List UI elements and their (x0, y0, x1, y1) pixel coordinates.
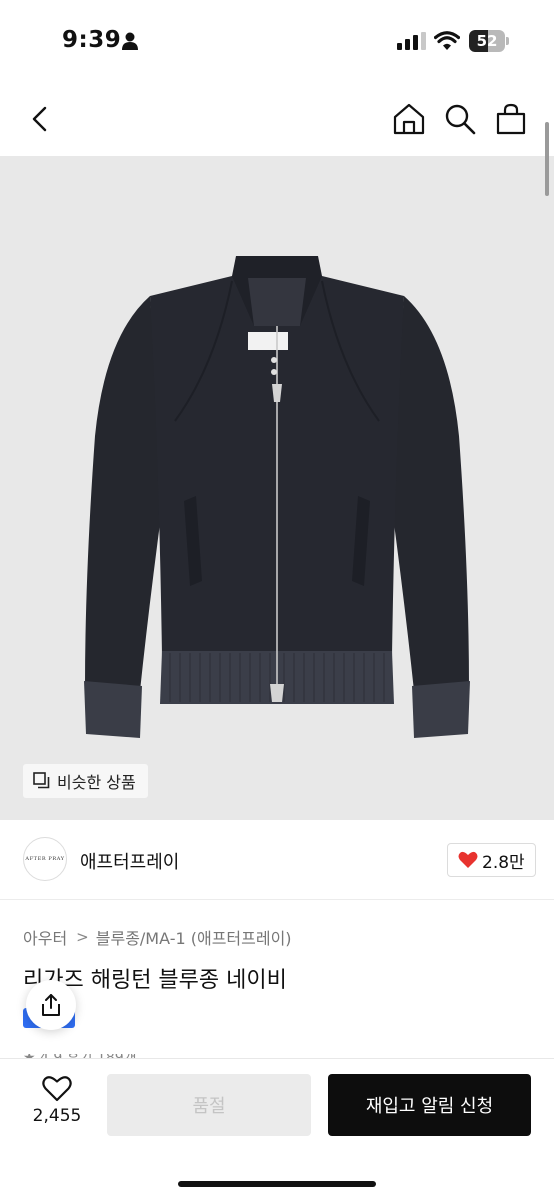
cellular-signal-icon (397, 32, 426, 50)
status-time: 9:39 (62, 27, 122, 53)
battery-level: 52 (476, 32, 498, 50)
brand-name[interactable]: 애프터프레이 (80, 848, 179, 874)
breadcrumb-category[interactable]: 아우터 (23, 925, 67, 949)
scroll-indicator (545, 122, 549, 196)
shopping-bag-icon[interactable] (494, 102, 528, 136)
like-count: 2.8만 (482, 852, 525, 873)
heart-filled-icon (458, 851, 478, 868)
breadcrumb-subcategory[interactable]: 블루종/MA-1 (애프터프레이) (96, 925, 292, 949)
bottom-action-bar: 2,455 품절 재입고 알림 신청 (0, 1058, 554, 1200)
wishlist-count: 2,455 (32, 1106, 82, 1126)
brand-logo[interactable]: AFTER PRAY (23, 837, 67, 881)
top-nav (0, 84, 554, 156)
jacket-image (84, 256, 470, 738)
chevron-right-icon: > (76, 928, 89, 946)
status-bar: 9:39 52 (0, 0, 554, 84)
brand-logo-text: AFTER PRAY (25, 856, 65, 862)
search-icon[interactable] (443, 102, 477, 136)
battery-icon: 52 (469, 30, 509, 52)
like-button[interactable]: 2.8만 (447, 843, 536, 877)
similar-products-label: 비슷한 상품 (57, 773, 136, 792)
product-image[interactable] (0, 156, 554, 820)
share-button[interactable] (26, 980, 76, 1030)
heart-outline-icon (42, 1076, 72, 1102)
wifi-icon (434, 31, 460, 50)
home-icon[interactable] (392, 102, 426, 136)
chevron-left-icon[interactable] (24, 102, 58, 136)
breadcrumb: 아우터 > 블루종/MA-1 (애프터프레이) (23, 925, 292, 949)
share-icon (42, 994, 60, 1016)
restock-alert-button[interactable]: 재입고 알림 신청 (328, 1074, 531, 1136)
wishlist-button[interactable]: 2,455 (30, 1075, 84, 1126)
soldout-button: 품절 (107, 1074, 311, 1136)
home-indicator (178, 1181, 376, 1187)
copy-icon (33, 772, 50, 789)
similar-products-button[interactable]: 비슷한 상품 (23, 764, 148, 798)
brand-row: AFTER PRAY 애프터프레이 2.8만 (0, 820, 554, 900)
person-icon (122, 32, 138, 50)
